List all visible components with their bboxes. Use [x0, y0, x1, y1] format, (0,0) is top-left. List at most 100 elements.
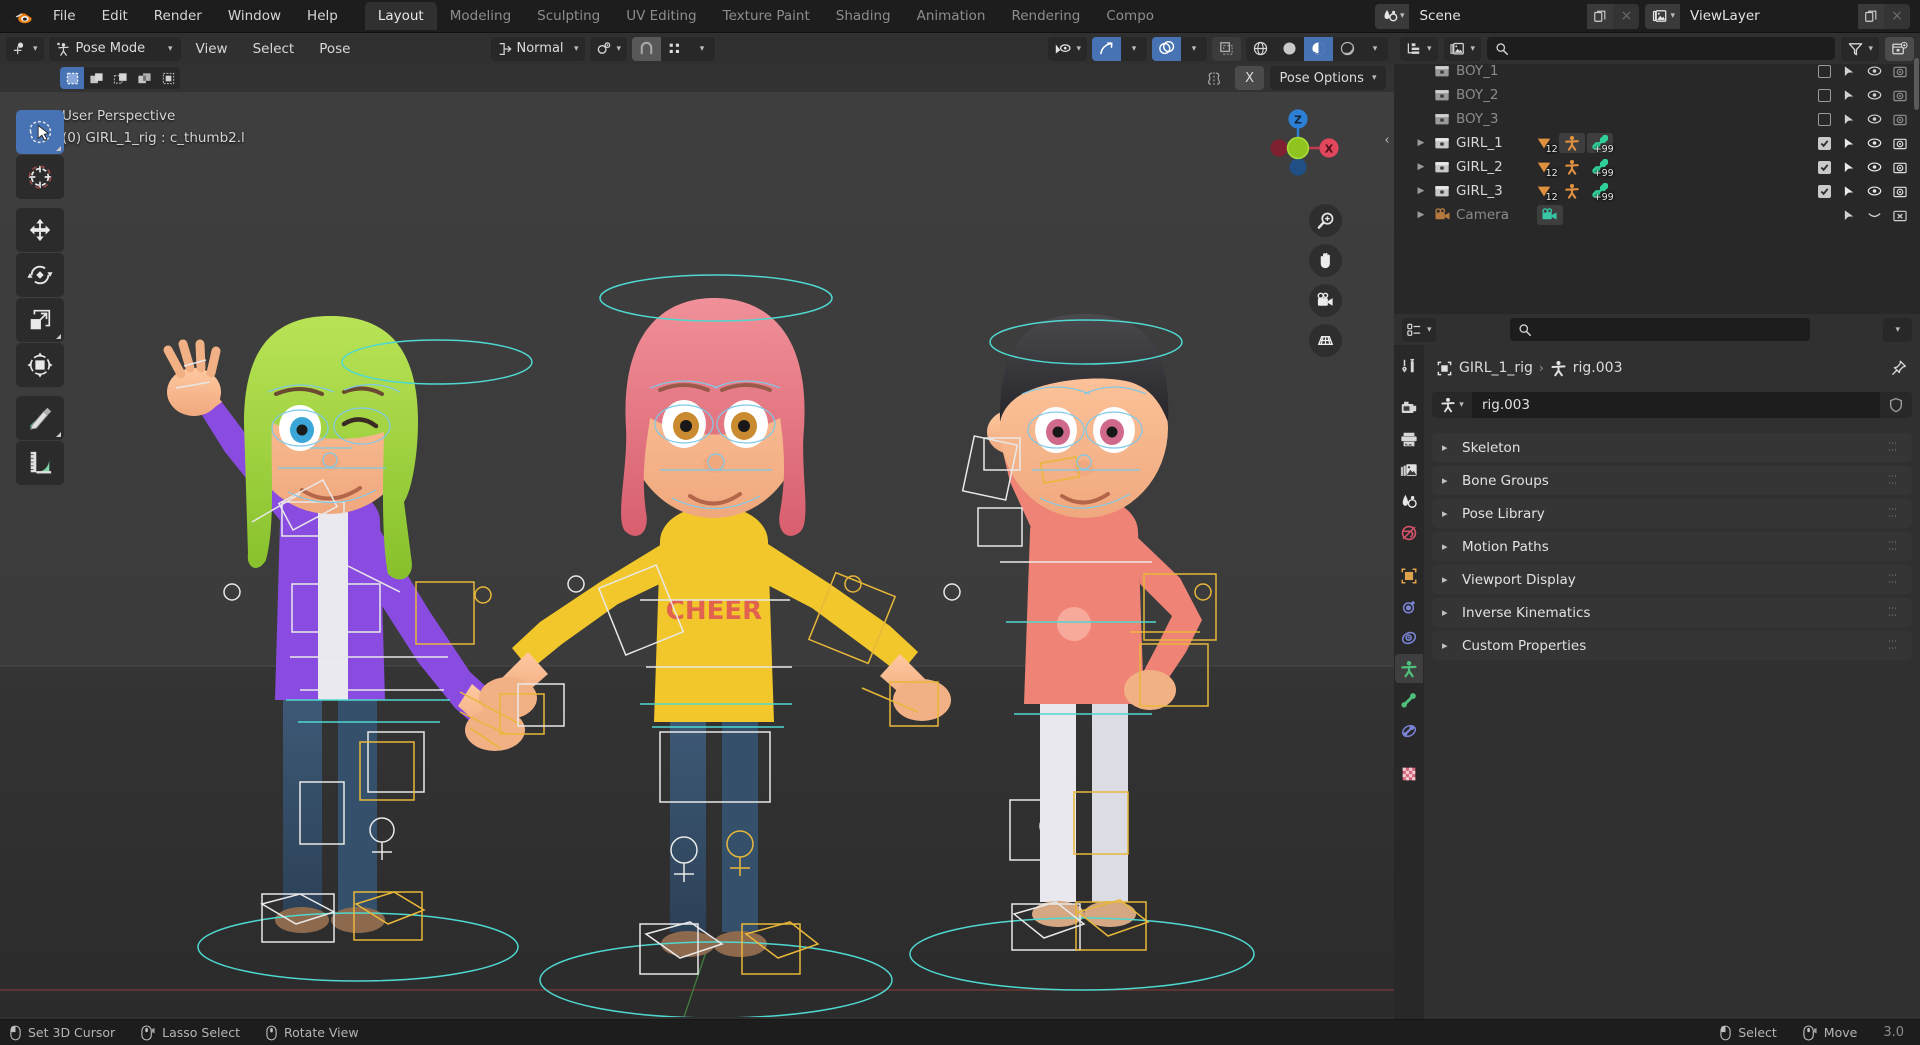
- fake-user-shield-icon[interactable]: [1880, 392, 1912, 418]
- workspace-tab-compositing[interactable]: Compo: [1093, 2, 1167, 30]
- hide-viewport-eye-icon[interactable]: [1862, 65, 1887, 77]
- disable-render-camera-icon[interactable]: [1887, 161, 1912, 174]
- tool-tab[interactable]: [1395, 351, 1423, 380]
- blender-logo-icon[interactable]: [6, 6, 40, 27]
- transform-orientation-dropdown[interactable]: Normal ▾: [490, 36, 585, 61]
- id-type-filter-icon[interactable]: ▾: [1443, 36, 1482, 61]
- shading-solid-button[interactable]: [1275, 36, 1304, 61]
- panel-pose-library[interactable]: ▸ Pose Library ⋯ ⋯: [1432, 499, 1912, 528]
- new-collection-icon[interactable]: [1885, 36, 1914, 61]
- properties-options-dropdown[interactable]: ▾: [1883, 317, 1912, 342]
- select-invert-button[interactable]: [132, 67, 156, 89]
- overlays-icon[interactable]: [1152, 36, 1181, 61]
- 3d-viewport[interactable]: CHEER User Perspective (0) GIRL_1_rig: …: [0, 92, 1394, 1019]
- panel-drag-handle[interactable]: ⋯ ⋯: [1888, 505, 1902, 521]
- menu-help[interactable]: Help: [294, 4, 351, 28]
- world-tab[interactable]: [1395, 518, 1423, 547]
- camera-data-icon[interactable]: [1536, 205, 1563, 225]
- shading-rendered-button[interactable]: [1333, 36, 1362, 61]
- symmetry-mirror-icon[interactable]: [1199, 66, 1229, 90]
- panel-inverse-kinematics[interactable]: ▸ Inverse Kinematics ⋯ ⋯: [1432, 598, 1912, 627]
- properties-search-input[interactable]: [1537, 322, 1802, 337]
- workspace-tab-texture-paint[interactable]: Texture Paint: [710, 2, 823, 30]
- chevron-down-icon[interactable]: ▾: [1121, 36, 1147, 61]
- zoom-icon[interactable]: [1309, 204, 1342, 237]
- workspace-tab-sculpting[interactable]: Sculpting: [524, 2, 613, 30]
- workspace-tab-shading[interactable]: Shading: [823, 2, 904, 30]
- measure-tool[interactable]: [16, 441, 64, 485]
- viewlayer-name[interactable]: ViewLayer: [1680, 3, 1858, 29]
- select-set-button[interactable]: [60, 67, 84, 89]
- outliner-display-mode-icon[interactable]: ▾: [1400, 36, 1438, 61]
- funnel-icon[interactable]: ▾: [1841, 36, 1879, 61]
- panel-drag-handle[interactable]: ⋯ ⋯: [1888, 472, 1902, 488]
- bone-icon[interactable]: +99: [1586, 133, 1614, 155]
- selectable-icon[interactable]: [1837, 161, 1862, 174]
- outliner-row-camera[interactable]: ▶ Camera: [1394, 203, 1920, 227]
- object-data-tab[interactable]: [1395, 654, 1423, 683]
- remove-scene-button[interactable]: ×: [1613, 3, 1640, 29]
- object-visibility-dropdown[interactable]: ▾: [1048, 36, 1087, 61]
- disclosure-triangle-icon[interactable]: ▶: [1412, 210, 1430, 220]
- pivot-point-dropdown[interactable]: ▾: [589, 36, 628, 61]
- texture-tab[interactable]: [1395, 759, 1423, 788]
- scene-icon[interactable]: ▾: [1374, 3, 1410, 29]
- toggle-perspective-icon[interactable]: [1309, 324, 1342, 357]
- workspace-tab-animation[interactable]: Animation: [904, 2, 999, 30]
- exclude-checkbox[interactable]: [1812, 160, 1837, 174]
- exclude-checkbox[interactable]: [1812, 112, 1837, 126]
- hide-viewport-eye-icon[interactable]: [1862, 185, 1887, 197]
- panel-drag-handle[interactable]: ⋯ ⋯: [1888, 439, 1902, 455]
- pan-hand-icon[interactable]: [1309, 244, 1342, 277]
- outliner-row-girl3[interactable]: ▶ GIRL_3 12 +99: [1394, 179, 1920, 203]
- select-subtract-button[interactable]: [108, 67, 132, 89]
- disclosure-triangle-icon[interactable]: ▶: [1412, 162, 1430, 172]
- menu-window[interactable]: Window: [215, 4, 294, 28]
- xray-icon[interactable]: [1212, 36, 1241, 61]
- breadcrumb-data-name[interactable]: rig.003: [1573, 360, 1623, 376]
- disable-render-camera-icon[interactable]: [1887, 89, 1912, 102]
- editor-type-icon[interactable]: ▾: [6, 36, 44, 61]
- move-tool[interactable]: [16, 208, 64, 252]
- scene-name[interactable]: Scene: [1409, 3, 1588, 29]
- chevron-down-icon[interactable]: ▾: [1400, 11, 1405, 21]
- armature-icon[interactable]: [1559, 157, 1585, 177]
- scene-datablock[interactable]: ▾ Scene ×: [1374, 3, 1640, 29]
- menu-render[interactable]: Render: [141, 4, 215, 28]
- disable-render-camera-icon[interactable]: [1887, 185, 1912, 198]
- armature-data-icon[interactable]: ▾: [1432, 392, 1472, 418]
- camera-view-icon[interactable]: [1309, 284, 1342, 317]
- breadcrumb-object-name[interactable]: GIRL_1_rig: [1459, 360, 1533, 376]
- new-scene-button[interactable]: [1587, 3, 1614, 29]
- workspace-tab-layout[interactable]: Layout: [364, 2, 437, 30]
- selectable-icon[interactable]: [1837, 113, 1862, 126]
- outliner-row-boy3[interactable]: BOY_3: [1394, 107, 1920, 131]
- panel-drag-handle[interactable]: ⋯ ⋯: [1888, 637, 1902, 653]
- viewport-menu-view[interactable]: View: [186, 38, 238, 60]
- navigation-gizmo[interactable]: Z X: [1250, 100, 1346, 196]
- selectable-icon[interactable]: [1837, 185, 1862, 198]
- mesh-data-icon[interactable]: 12: [1531, 157, 1558, 179]
- panel-bone-groups[interactable]: ▸ Bone Groups ⋯ ⋯: [1432, 466, 1912, 495]
- workspace-tab-modeling[interactable]: Modeling: [437, 2, 524, 30]
- select-intersect-button[interactable]: [156, 67, 180, 89]
- constraints-tab[interactable]: [1395, 623, 1423, 652]
- shading-material-preview-button[interactable]: [1304, 36, 1333, 61]
- remove-viewlayer-button[interactable]: ×: [1884, 3, 1910, 29]
- snap-target-icon[interactable]: [661, 36, 690, 61]
- gizmo-icon[interactable]: [1092, 36, 1121, 61]
- outliner-search-input[interactable]: [1515, 41, 1828, 56]
- pose-options-dropdown[interactable]: Pose Options ▾: [1270, 66, 1386, 90]
- hide-viewport-eye-icon[interactable]: [1862, 113, 1887, 125]
- outliner-scrollbar[interactable]: [1914, 58, 1919, 110]
- symmetry-x-toggle[interactable]: X: [1235, 66, 1264, 90]
- panel-drag-handle[interactable]: ⋯ ⋯: [1888, 571, 1902, 587]
- mesh-data-icon[interactable]: 12: [1531, 181, 1558, 203]
- bone-tab[interactable]: [1395, 685, 1423, 714]
- bone-constraint-tab[interactable]: [1395, 716, 1423, 745]
- disable-render-camera-icon[interactable]: [1887, 65, 1912, 78]
- properties-search-box[interactable]: [1509, 318, 1810, 341]
- hide-viewport-eye-icon[interactable]: [1862, 89, 1887, 101]
- panel-motion-paths[interactable]: ▸ Motion Paths ⋯ ⋯: [1432, 532, 1912, 561]
- exclude-checkbox[interactable]: [1812, 136, 1837, 150]
